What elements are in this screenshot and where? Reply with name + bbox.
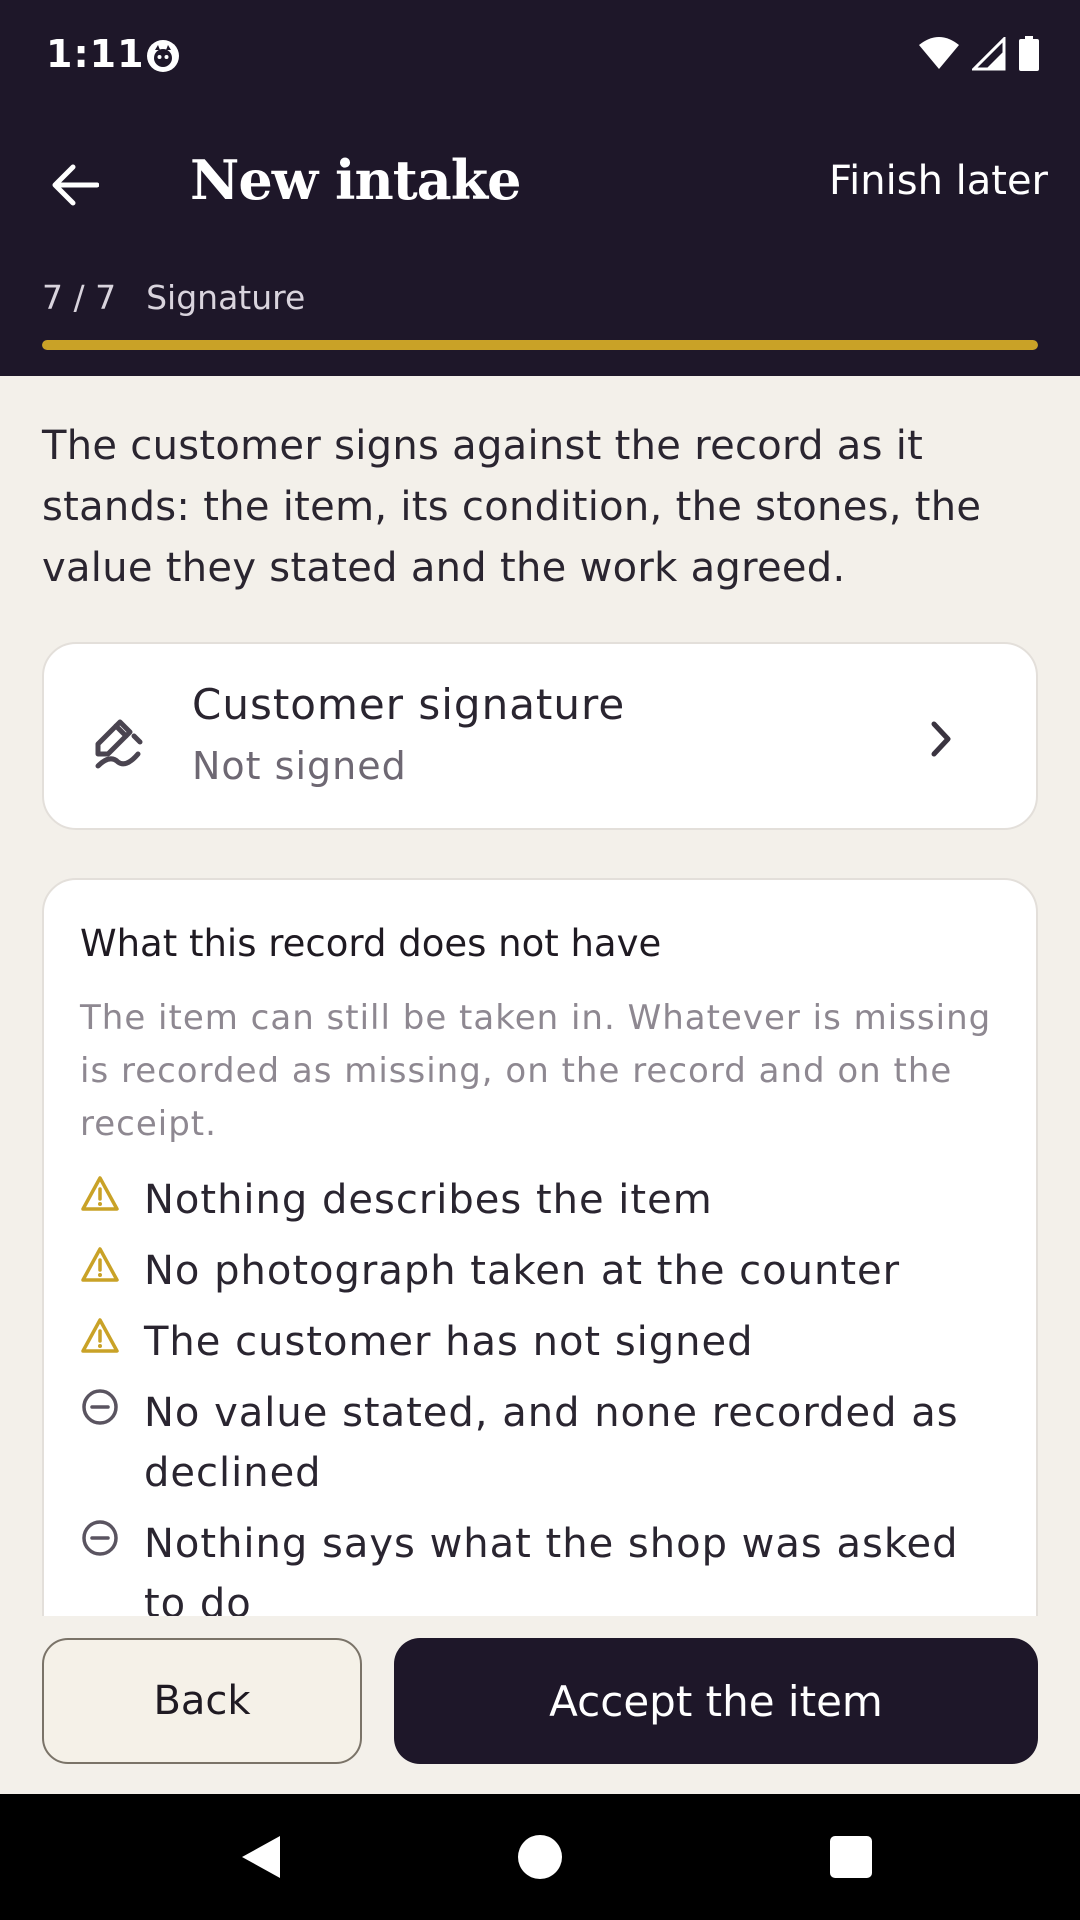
list-item: Nothing describes the item [80, 1170, 1000, 1230]
progress-bar [42, 340, 1038, 350]
signature-title: Customer signature [192, 680, 626, 729]
app-notification-icon [147, 40, 179, 72]
nav-recents-icon[interactable] [826, 1832, 876, 1882]
battery-icon [1019, 36, 1039, 71]
warning-icon [81, 1247, 119, 1282]
step-counter: 7 / 7 [42, 278, 117, 317]
signal-icon [972, 37, 1006, 71]
customer-signature-card[interactable]: Customer signature Not signed [42, 642, 1038, 830]
back-arrow-button[interactable] [42, 152, 108, 218]
progress-fill [42, 340, 1038, 350]
action-bar: Back Accept the item [0, 1616, 1080, 1794]
list-item-text: Nothing describes the item [144, 1177, 713, 1223]
list-item: No photograph taken at the counter [80, 1241, 1000, 1301]
app-bar: New intake Finish later [0, 130, 1080, 240]
signature-pen-icon [95, 719, 143, 769]
wifi-icon [919, 37, 959, 69]
finish-later-button[interactable]: Finish later [829, 158, 1048, 204]
nav-home-icon[interactable] [515, 1832, 565, 1882]
intro-text: The customer signs against the record as… [42, 423, 982, 591]
list-item-text: No value stated, and none recorded as de… [144, 1390, 959, 1496]
nav-back-icon[interactable] [236, 1832, 286, 1882]
missing-card-description: The item can still be taken in. Whatever… [80, 998, 992, 1144]
warning-icon [81, 1176, 119, 1211]
arrow-left-icon [52, 164, 99, 206]
status-time: 1:11 [46, 32, 145, 76]
minus-circle-icon [82, 1520, 118, 1556]
list-item-text: The customer has not signed [144, 1319, 754, 1365]
status-icons [918, 36, 1040, 72]
warning-icon [81, 1318, 119, 1353]
list-item: No value stated, and none recorded as de… [80, 1383, 1000, 1503]
list-item: The customer has not signed [80, 1312, 1000, 1372]
status-bar: 1:11 [0, 0, 1080, 110]
step-name: Signature [146, 278, 306, 317]
list-item-text: No photograph taken at the counter [144, 1248, 901, 1294]
signature-status: Not signed [192, 744, 407, 788]
back-button[interactable]: Back [42, 1638, 362, 1764]
missing-list: Nothing describes the item No photograph… [80, 1170, 1000, 1636]
chevron-right-icon [931, 721, 951, 757]
system-nav-bar [0, 1794, 1080, 1920]
page-title: New intake [190, 148, 521, 212]
app-header: 1:11 New intake Finish later 7 / 7 Signa… [0, 0, 1080, 376]
accept-item-button[interactable]: Accept the item [394, 1638, 1038, 1764]
minus-circle-icon [82, 1389, 118, 1425]
missing-record-card: What this record does not have The item … [42, 878, 1038, 1638]
step-indicator: 7 / 7 Signature [42, 278, 305, 317]
missing-card-title: What this record does not have [80, 922, 662, 965]
